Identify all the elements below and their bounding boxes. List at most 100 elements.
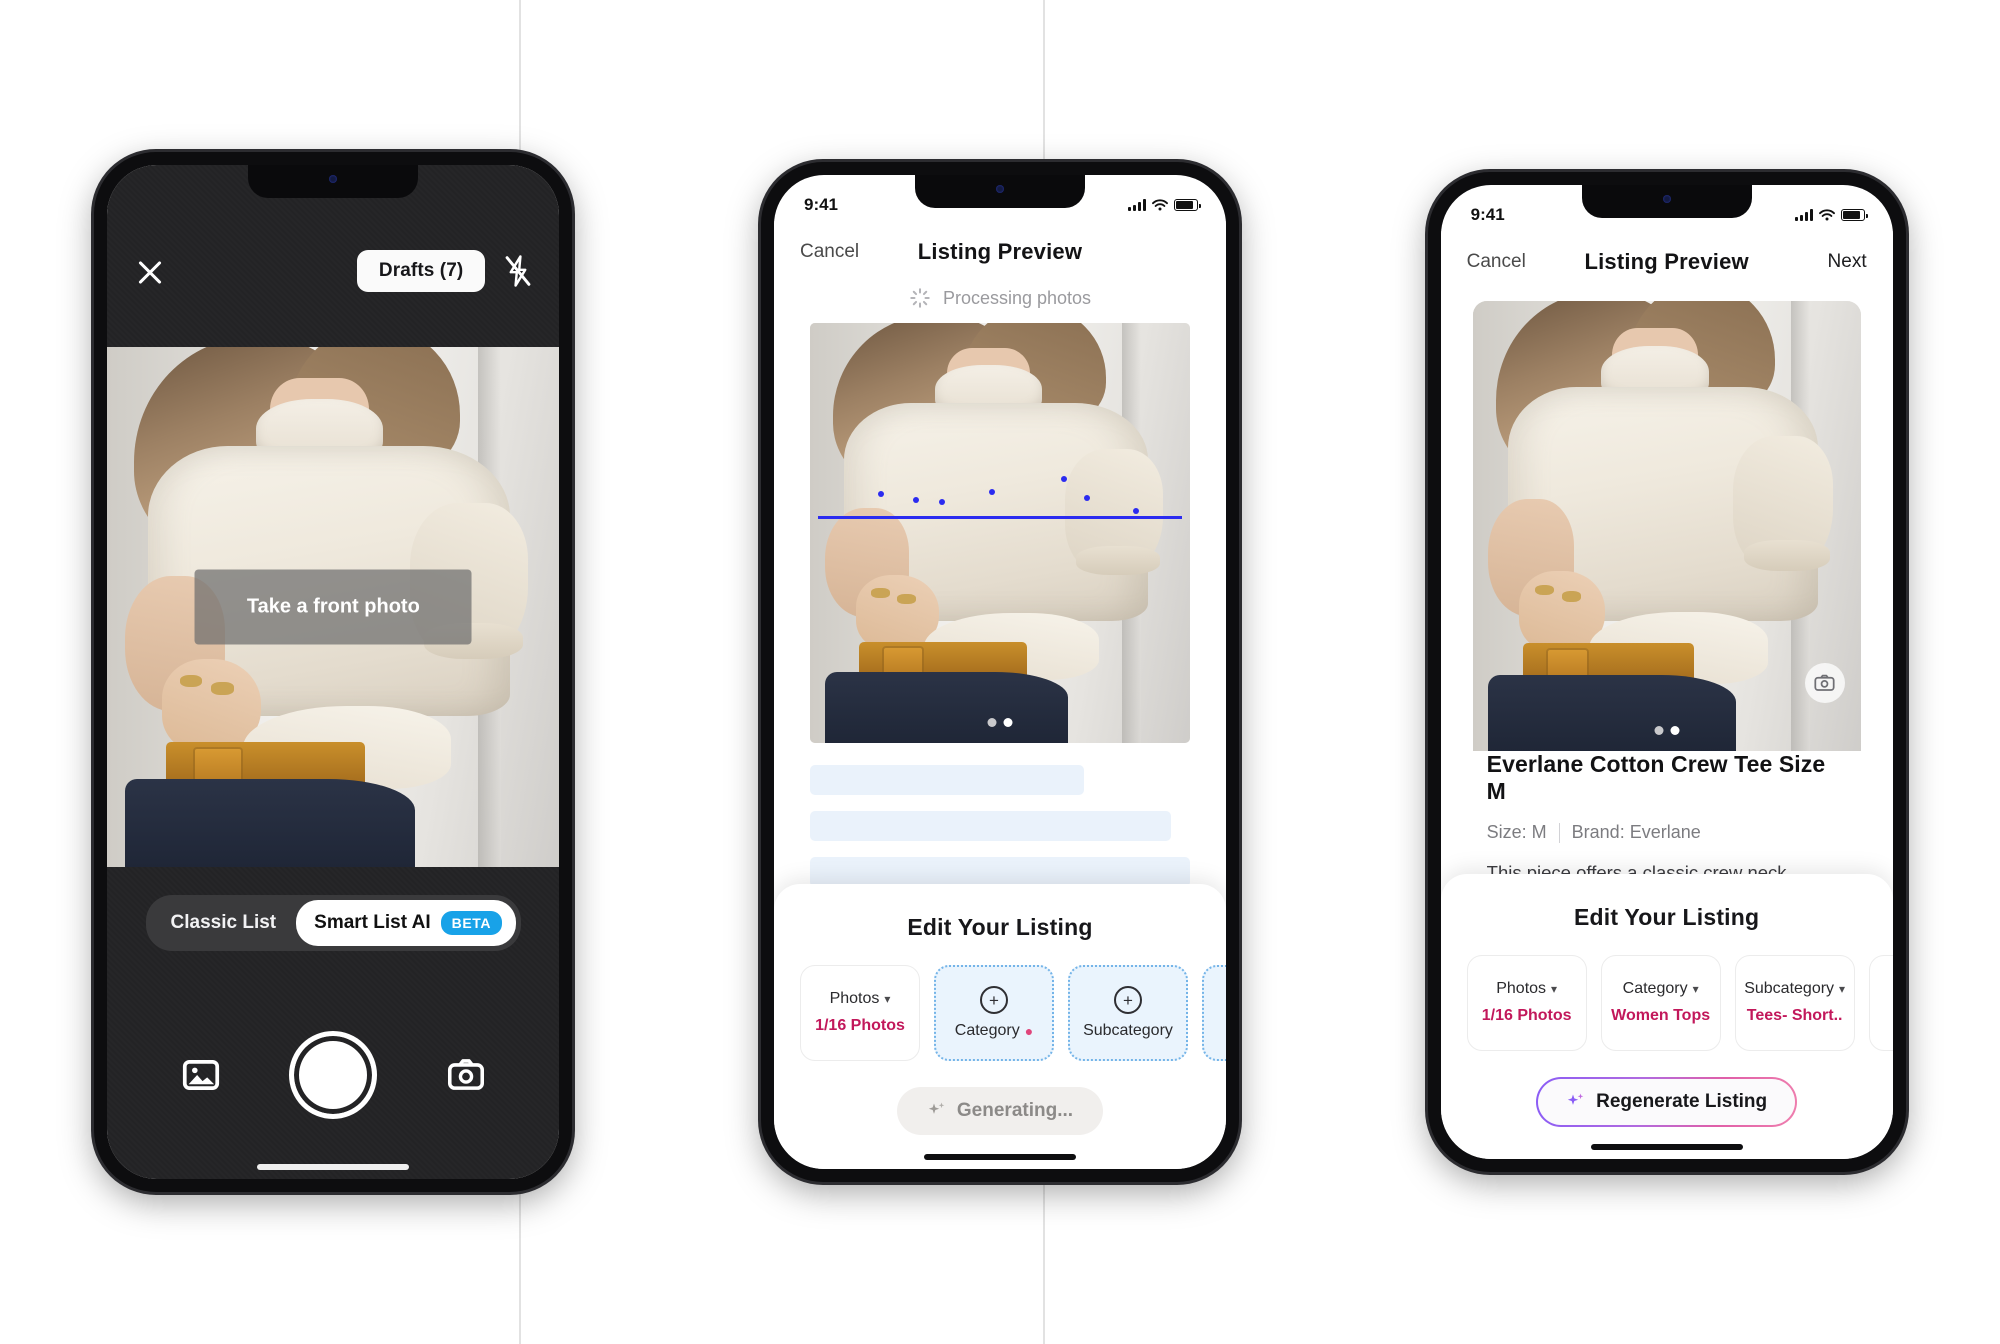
nav-bar: Cancel Listing Preview xyxy=(773,221,1226,283)
device-notch xyxy=(914,175,1085,208)
chip-category[interactable]: Category ▾ Women Tops xyxy=(1600,955,1721,1051)
chip-photos-value: 1/16 Photos xyxy=(1481,1007,1572,1024)
chip-photos[interactable]: Photos ▾ 1/16 Photos xyxy=(799,965,920,1061)
chip-row[interactable]: Photos ▾ 1/16 Photos + Category ● + Subc… xyxy=(774,965,1226,1061)
processing-screen: 9:41 Cancel Listing Preview Processing p… xyxy=(773,175,1226,1169)
status-indicators xyxy=(1794,209,1868,221)
chip-subcategory[interactable]: Subcategory ▾ Tees- Short.. xyxy=(1734,955,1855,1051)
shutter-button[interactable] xyxy=(289,1031,378,1119)
processing-status: Processing photos xyxy=(774,287,1226,309)
page-title: Listing Preview xyxy=(1584,249,1749,274)
page-title: Listing Preview xyxy=(917,239,1083,264)
plus-circle-icon: + xyxy=(979,986,1008,1014)
phone-processing-screen: 9:41 Cancel Listing Preview Processing p… xyxy=(760,162,1239,1182)
chip-label-text: Subcategory xyxy=(1744,980,1835,997)
processing-label: Processing photos xyxy=(942,287,1092,308)
chevron-down-icon: ▾ xyxy=(884,992,891,1006)
listing-photo-carousel[interactable] xyxy=(809,323,1190,743)
chip-brand-partial[interactable]: Bra Eve xyxy=(1868,955,1893,1051)
status-indicators xyxy=(1127,199,1201,211)
battery-icon xyxy=(1840,209,1868,221)
next-button[interactable]: Next xyxy=(1805,251,1867,273)
screenshot-stage: Drafts (7) Take a front photo Classic Li… xyxy=(0,0,2000,1344)
generating-label: Generating... xyxy=(956,1100,1074,1121)
mode-pill: Classic List Smart List AI BETA xyxy=(145,895,522,951)
camera-preview-photo: Take a front photo xyxy=(107,347,560,867)
carousel-dots xyxy=(1654,726,1680,735)
chip-label-text: Category xyxy=(1622,980,1688,997)
regenerate-listing-border: Regenerate Listing xyxy=(1536,1077,1798,1127)
phone-camera-screen: Drafts (7) Take a front photo Classic Li… xyxy=(94,152,573,1192)
chip-row[interactable]: Photos ▾ 1/16 Photos Category ▾ Women To… xyxy=(1441,955,1893,1051)
capture-mode-switcher: Classic List Smart List AI BETA xyxy=(107,895,559,951)
camera-top-bar: Drafts (7) xyxy=(107,211,559,331)
sparkle-icon xyxy=(928,1102,945,1114)
regenerate-listing-button[interactable]: Regenerate Listing xyxy=(1538,1079,1796,1125)
cellular-signal-icon xyxy=(1127,199,1146,211)
generating-button: Generating... xyxy=(896,1087,1104,1135)
device-notch xyxy=(248,165,419,198)
carousel-dots xyxy=(987,718,1013,727)
listing-brand: Brand: Everlane xyxy=(1571,822,1701,842)
status-time: 9:41 xyxy=(1470,205,1505,224)
chip-label-text: Photos xyxy=(1496,980,1547,997)
chip-subcategory[interactable]: + Subcategory xyxy=(1067,965,1188,1061)
model-photo-artwork xyxy=(1472,301,1861,751)
home-indicator xyxy=(257,1164,410,1170)
regenerate-label: Regenerate Listing xyxy=(1596,1091,1768,1112)
chevron-down-icon: ▾ xyxy=(1839,982,1846,996)
chip-category[interactable]: + Category ● xyxy=(933,965,1054,1061)
phone-generated-screen: 9:41 Cancel Listing Preview Next Everlan… xyxy=(1427,172,1906,1172)
cancel-button[interactable]: Cancel xyxy=(800,241,862,263)
cellular-signal-icon xyxy=(1794,209,1813,221)
chip-label-text: Photos xyxy=(829,990,880,1007)
cancel-button[interactable]: Cancel xyxy=(1467,251,1529,273)
home-indicator xyxy=(923,1154,1076,1160)
chevron-down-icon: ▾ xyxy=(1692,982,1699,996)
chip-category-value: Women Tops xyxy=(1611,1007,1711,1024)
chip-photos-value: 1/16 Photos xyxy=(815,1017,905,1034)
drafts-button[interactable]: Drafts (7) xyxy=(356,250,486,292)
chip-photos-label: Photos ▾ xyxy=(830,990,891,1008)
sheet-title: Edit Your Listing xyxy=(1574,904,1760,930)
wifi-icon xyxy=(1152,199,1168,211)
camera-icon xyxy=(1814,674,1835,691)
viewfinder-hint: Take a front photo xyxy=(194,569,472,645)
photo-library-icon[interactable] xyxy=(182,1058,220,1092)
sparkle-icon xyxy=(1567,1093,1584,1105)
nav-bar: Cancel Listing Preview Next xyxy=(1440,231,1893,293)
flash-off-icon[interactable] xyxy=(503,254,533,288)
ai-detection-overlay xyxy=(810,323,1190,743)
mode-classic-list[interactable]: Classic List xyxy=(151,901,297,945)
chevron-down-icon: ▾ xyxy=(1551,982,1558,996)
listing-title: Everlane Cotton Crew Tee Size M xyxy=(1486,751,1826,804)
required-asterisk-icon: ● xyxy=(1024,1023,1034,1039)
chip-photos[interactable]: Photos ▾ 1/16 Photos xyxy=(1466,955,1587,1051)
chip-category-label: Category ● xyxy=(955,1022,1033,1040)
close-icon[interactable] xyxy=(133,254,167,288)
camera-badge-icon[interactable] xyxy=(1804,663,1845,703)
edit-listing-sheet: Edit Your Listing Photos ▾ 1/16 Photos C… xyxy=(1440,874,1893,1159)
meta-divider xyxy=(1558,822,1560,843)
listing-photo-carousel[interactable] xyxy=(1472,301,1861,751)
home-indicator xyxy=(1590,1144,1743,1150)
mode-smart-list-label: Smart List AI xyxy=(314,912,431,933)
sheet-action-row: Regenerate Listing xyxy=(1441,1077,1893,1127)
mode-smart-list-ai[interactable]: Smart List AI BETA xyxy=(296,900,517,946)
plus-circle-icon: + xyxy=(1113,986,1142,1014)
chip-subcategory-label: Subcategory xyxy=(1083,1022,1173,1039)
chip-subcategory-label: Subcategory ▾ xyxy=(1744,980,1845,998)
beta-badge: BETA xyxy=(440,911,503,935)
generated-screen: 9:41 Cancel Listing Preview Next Everlan… xyxy=(1440,185,1893,1159)
listing-meta: Size: M Brand: Everlane xyxy=(1487,822,1847,843)
chip-brand-partial[interactable]: + B xyxy=(1201,965,1226,1061)
chip-photos-label: Photos ▾ xyxy=(1496,980,1557,998)
camera-top-right-group: Drafts (7) xyxy=(356,250,533,292)
chip-label-text: Category xyxy=(954,1022,1020,1039)
wifi-icon xyxy=(1818,209,1835,221)
loading-spinner-icon xyxy=(910,288,930,308)
listing-size: Size: M xyxy=(1486,822,1547,842)
flip-camera-icon[interactable] xyxy=(447,1058,485,1092)
sheet-action-row: Generating... xyxy=(774,1087,1226,1135)
chip-subcategory-value: Tees- Short.. xyxy=(1746,1007,1843,1024)
